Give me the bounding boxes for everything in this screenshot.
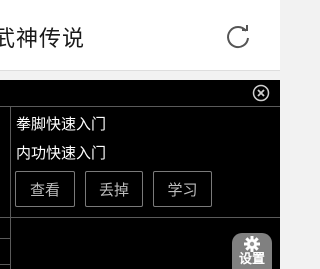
settings-label: 设置: [238, 252, 265, 267]
reload-icon[interactable]: [224, 22, 252, 50]
divider: [0, 264, 10, 265]
discard-button[interactable]: 丢掉: [85, 171, 143, 207]
gear-icon: [244, 236, 260, 252]
close-circle-icon[interactable]: [252, 84, 270, 102]
top-bar: 武神传说: [0, 0, 280, 71]
page-title: 武神传说: [0, 27, 86, 52]
skill-item-internal[interactable]: 内功快速入门: [16, 142, 106, 163]
divider: [10, 106, 11, 269]
divider: [0, 238, 10, 239]
learn-button[interactable]: 学习: [153, 171, 212, 207]
view-button[interactable]: 查看: [15, 171, 75, 207]
settings-button[interactable]: 设置: [232, 233, 272, 269]
divider: [0, 217, 280, 218]
skill-item-fist[interactable]: 拳脚快速入门: [16, 113, 106, 134]
divider: [0, 106, 280, 107]
